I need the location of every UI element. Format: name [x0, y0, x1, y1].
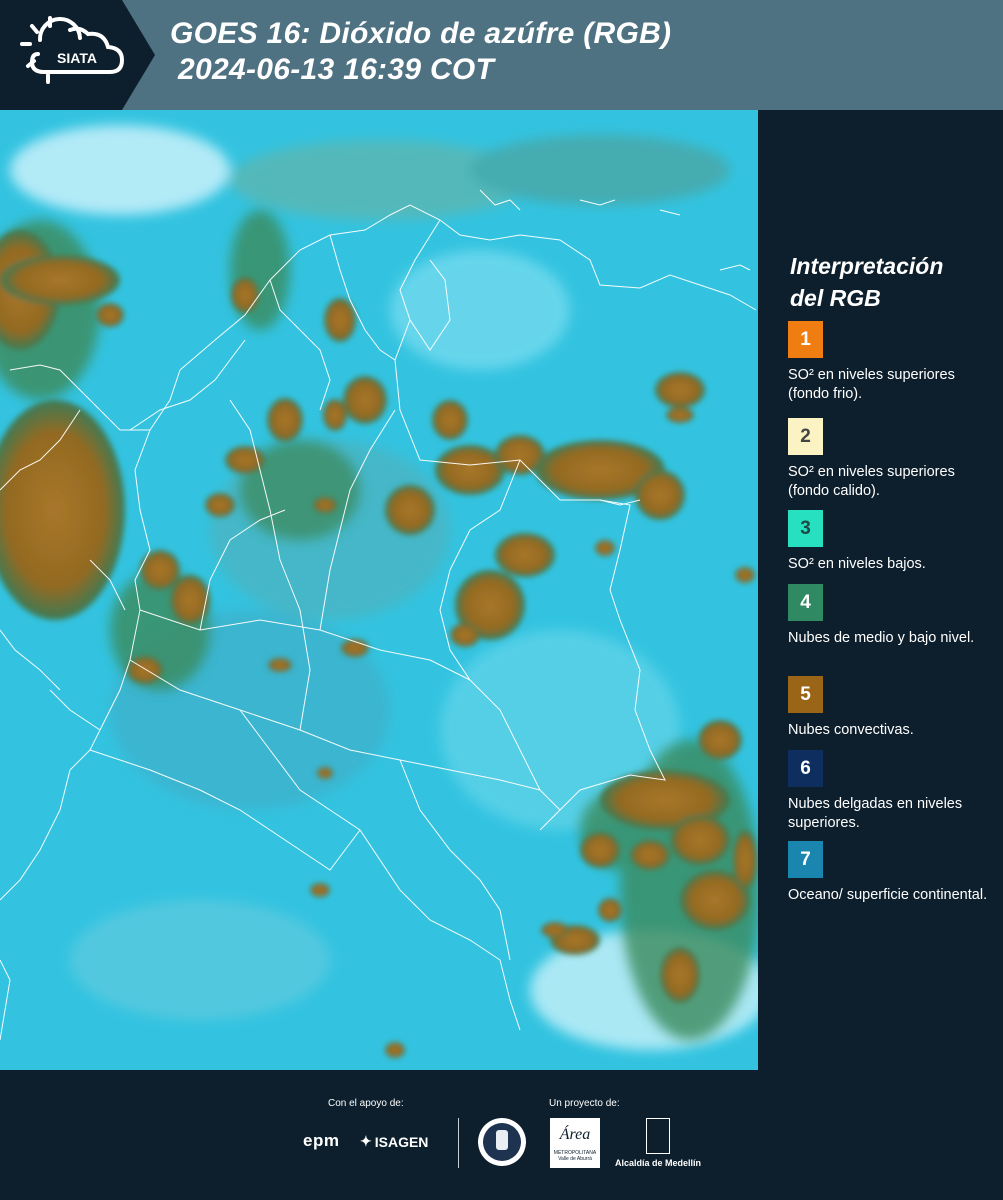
area-sub2: Valle de Aburrá	[558, 1156, 592, 1162]
legend-swatch-7: 7	[788, 841, 823, 878]
isagen-text: ISAGEN	[374, 1133, 429, 1150]
legend-item-6: 6 Nubes delgadas en niveles superiores.	[788, 750, 988, 833]
legend-label-3: SO² en niveles bajos.	[788, 556, 926, 572]
page-title: GOES 16: Dióxido de azúfre (RGB) 2024-06…	[170, 16, 671, 88]
legend-label-5: Nubes convectivas.	[788, 722, 914, 738]
medellin-seal-icon	[478, 1118, 526, 1166]
area-metropolitana-logo: Área METROPOLITANA Valle de Aburrá	[550, 1118, 600, 1168]
epm-logo: epm	[303, 1131, 340, 1150]
legend-swatch-4: 4	[788, 584, 823, 621]
isagen-icon: ✦	[360, 1133, 372, 1149]
alcaldia-logo: Alcaldía de Medellín	[612, 1118, 704, 1170]
isagen-logo: ✦ ISAGEN	[360, 1133, 428, 1150]
legend-item-7: 7 Oceano/ superficie continental.	[788, 841, 988, 905]
legend-swatch-3: 3	[788, 510, 823, 547]
title-datetime: 2024-06-13 16:39 COT	[178, 53, 495, 86]
legend-title-line2: del RGB	[790, 285, 881, 311]
legend-item-3: 3 SO² en niveles bajos.	[788, 510, 988, 574]
legend-item-2: 2 SO² en niveles superiores (fondo calid…	[788, 418, 988, 501]
legend-title-line1: Interpretación	[790, 253, 944, 279]
legend-swatch-1: 1	[788, 321, 823, 358]
support-label: Con el apoyo de:	[328, 1098, 404, 1109]
legend-label-7: Oceano/ superficie continental.	[788, 887, 988, 903]
legend-item-5: 5 Nubes convectivas.	[788, 676, 988, 740]
legend-swatch-2: 2	[788, 418, 823, 455]
legend-label-2: SO² en niveles superiores (fondo calido)…	[788, 464, 955, 499]
header-bar: SIATA GOES 16: Dióxido de azúfre (RGB) 2…	[0, 0, 1003, 110]
satellite-map	[0, 110, 758, 1070]
siata-logo: SIATA	[0, 0, 155, 110]
legend-item-1: 1 SO² en niveles superiores (fondo frio)…	[788, 321, 988, 404]
legend-label-1: SO² en niveles superiores (fondo frio).	[788, 367, 955, 402]
alcaldia-text: Alcaldía de Medellín	[614, 1158, 702, 1168]
legend-label-6: Nubes delgadas en niveles superiores.	[788, 796, 963, 831]
project-label: Un proyecto de:	[549, 1098, 620, 1109]
title-product: GOES 16: Dióxido de azúfre (RGB)	[170, 17, 672, 50]
svg-text:SIATA: SIATA	[57, 50, 97, 66]
legend-label-4: Nubes de medio y bajo nivel.	[788, 630, 975, 646]
footer-divider	[458, 1118, 459, 1168]
legend-item-4: 4 Nubes de medio y bajo nivel.	[788, 584, 988, 648]
so2-rgb-image	[0, 110, 758, 1070]
legend-title: Interpretación del RGB	[790, 250, 943, 314]
legend-swatch-5: 5	[788, 676, 823, 713]
legend-swatch-6: 6	[788, 750, 823, 787]
area-text: Área	[559, 1126, 591, 1143]
alcaldia-shield-icon	[646, 1118, 670, 1154]
